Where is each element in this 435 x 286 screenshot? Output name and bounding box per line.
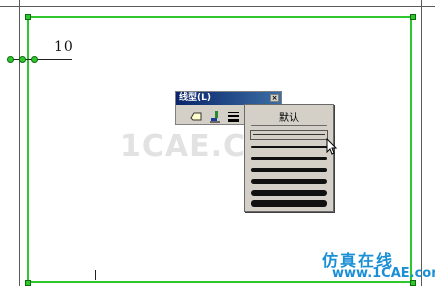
dimension-text: 10 — [54, 39, 74, 55]
palette-title: 线型(L) — [179, 93, 211, 103]
lineweight-option-6[interactable] — [251, 190, 327, 196]
grip-top-left[interactable] — [25, 14, 31, 20]
sheet-border-top-line — [0, 6, 435, 7]
lineweight-dropdown[interactable]: 默认 — [244, 104, 334, 212]
sheet-border-left — [19, 0, 20, 286]
lineweight-option-default[interactable] — [250, 130, 328, 140]
dimension-node-1[interactable] — [7, 56, 14, 63]
lineweight-option-3[interactable] — [251, 157, 327, 160]
lineweight-option-4[interactable] — [251, 168, 327, 172]
lineweight-option-1[interactable] — [251, 125, 327, 126]
brush-icon[interactable] — [209, 108, 222, 123]
axis-tick — [95, 270, 96, 280]
dropdown-default-label[interactable]: 默认 — [245, 109, 333, 124]
palette-close-button[interactable]: × — [270, 94, 279, 102]
lineweight-option-7[interactable] — [251, 200, 327, 207]
dimension-line[interactable] — [8, 59, 72, 60]
grip-top-right[interactable] — [410, 14, 416, 20]
grip-bottom-left[interactable] — [25, 280, 31, 286]
watermark-url: www.1CAE.com — [332, 266, 435, 281]
shape-icon[interactable] — [190, 108, 203, 121]
lineweight-option-5[interactable] — [251, 179, 327, 184]
lineweight-icon[interactable] — [227, 108, 240, 122]
mouse-cursor-icon — [326, 137, 338, 160]
dimension-node-3[interactable] — [31, 56, 38, 63]
lineweight-option-2[interactable] — [251, 146, 327, 148]
dimension-node-2[interactable] — [19, 56, 26, 63]
sheet-border-right — [421, 0, 422, 286]
